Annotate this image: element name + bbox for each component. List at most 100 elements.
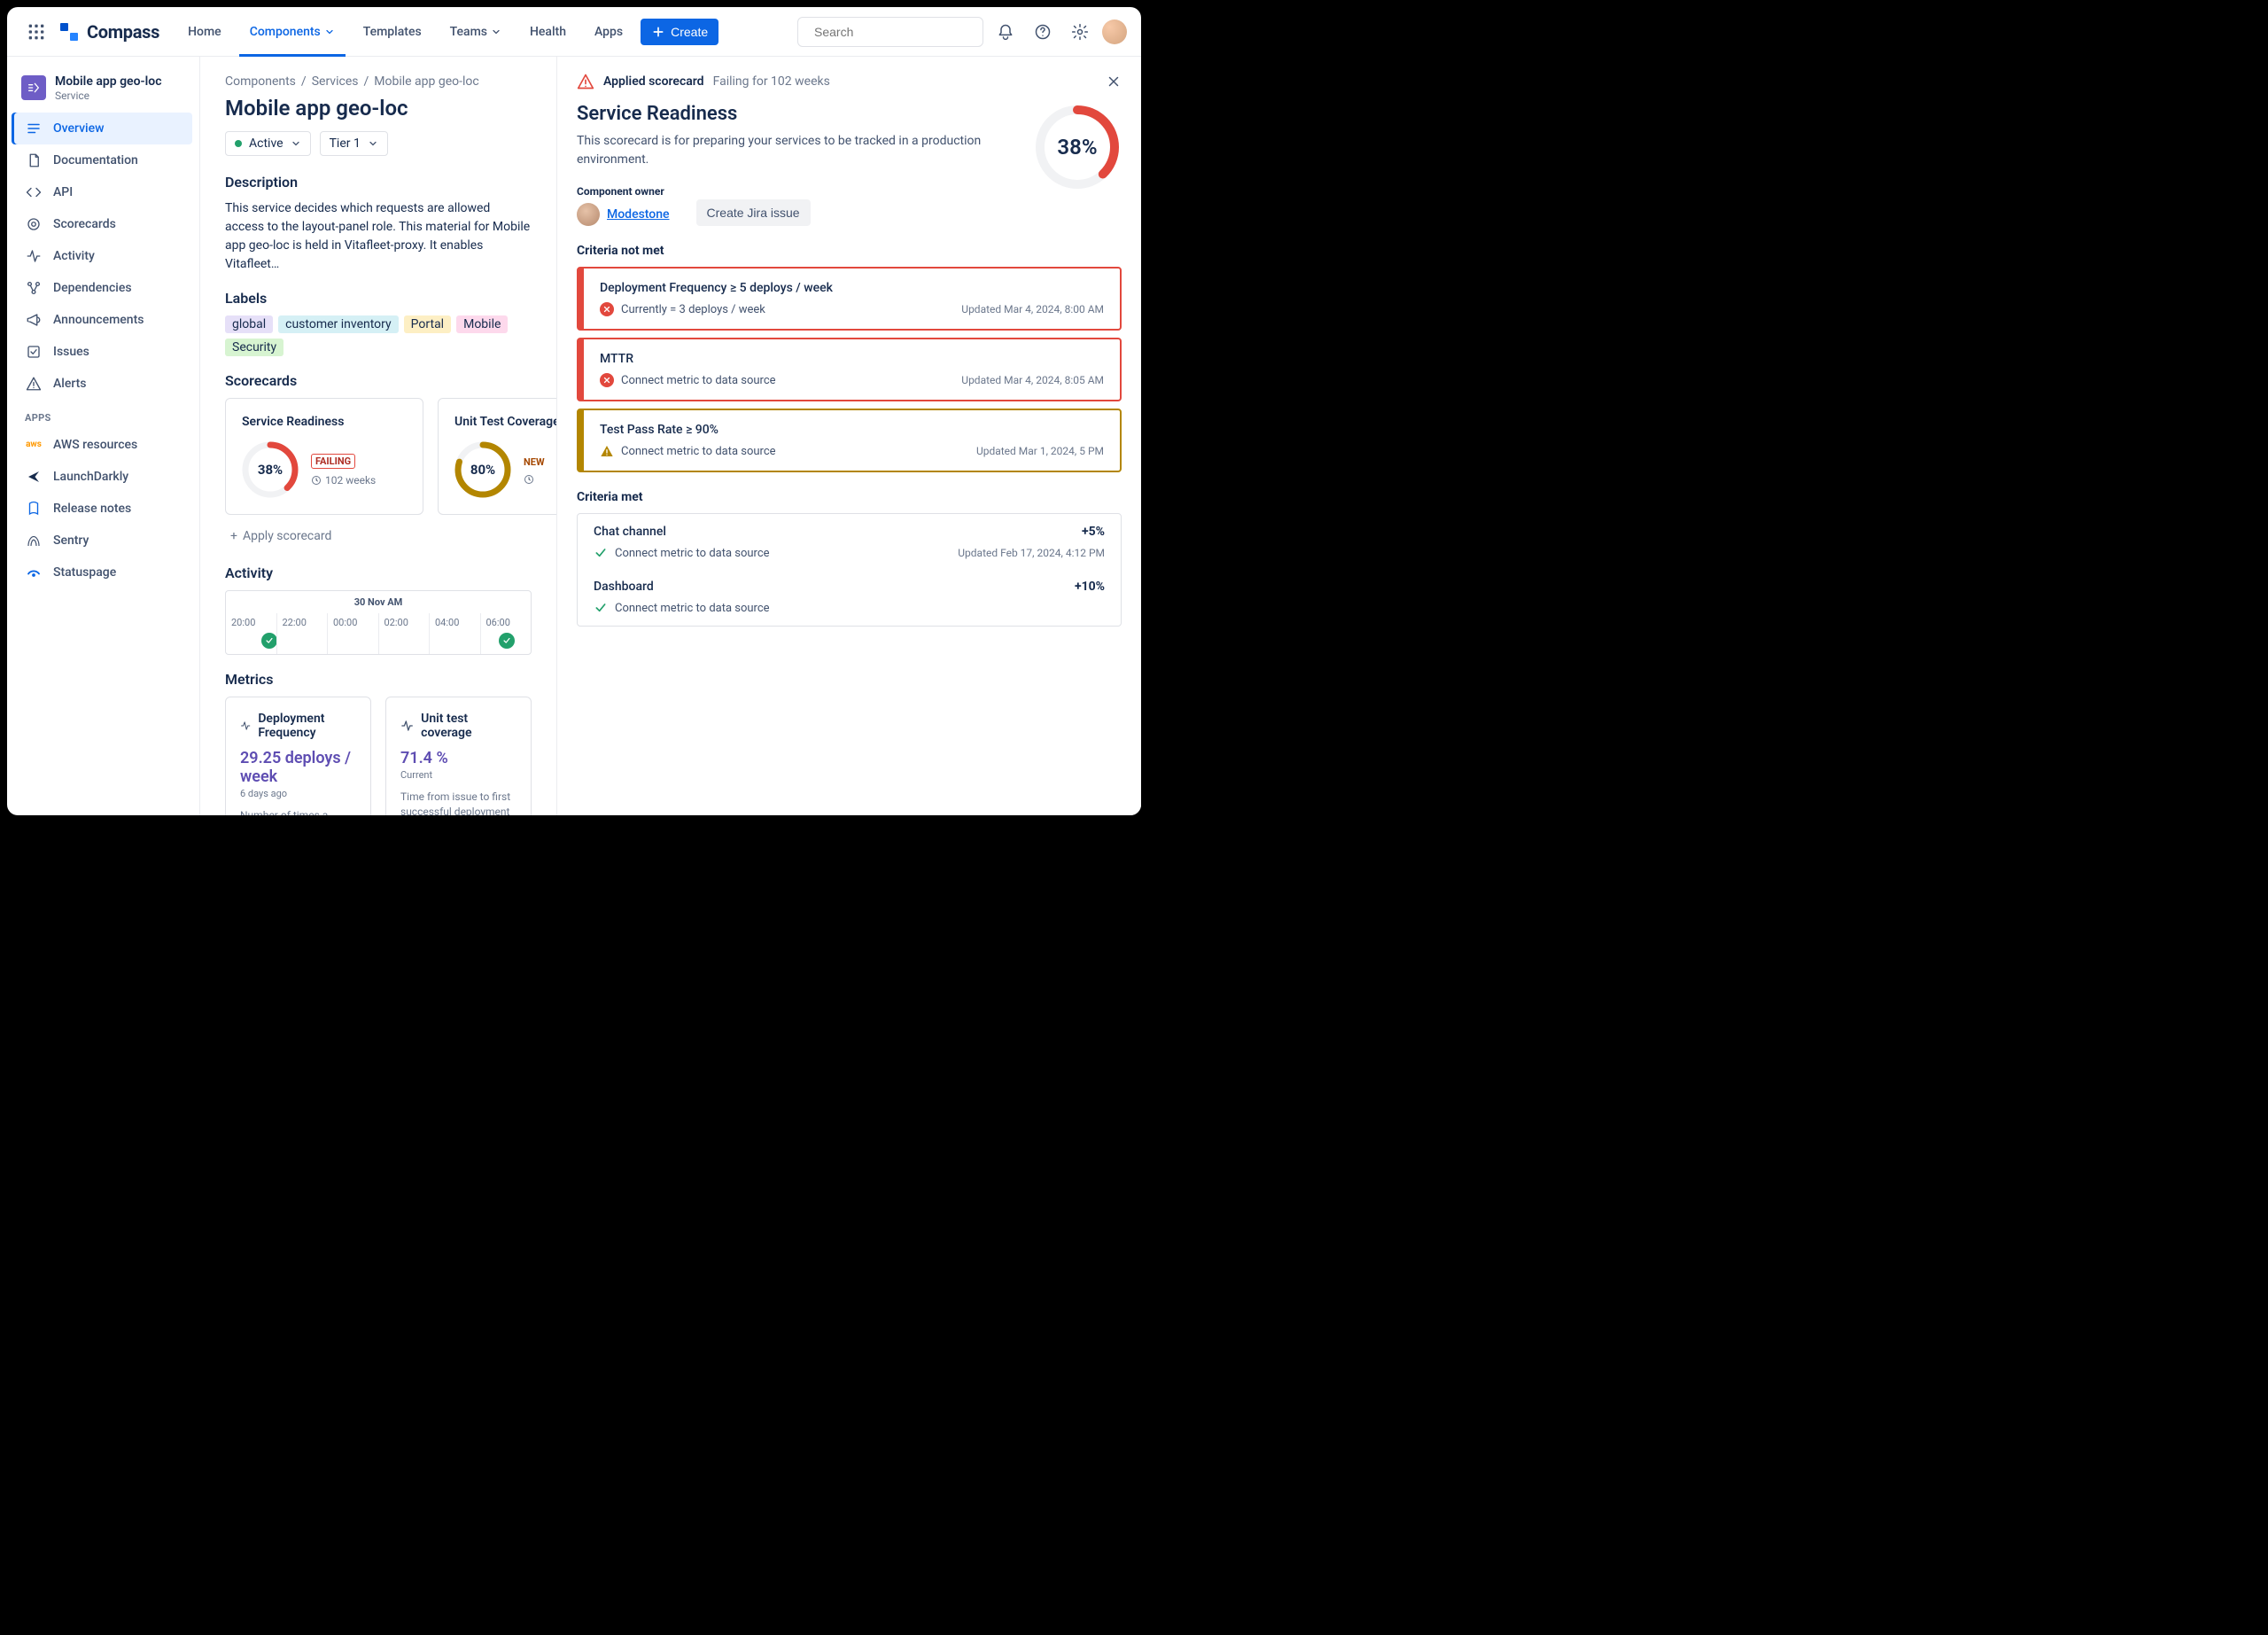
timeline-cell: 02:00 (378, 613, 430, 654)
metrics-heading: Metrics (225, 671, 532, 688)
activity-icon (25, 247, 43, 265)
code-icon (25, 183, 43, 201)
nav-home[interactable]: Home (177, 7, 232, 57)
panel-applied-label: Applied scorecard (603, 74, 704, 89)
criterion-status: Connect metric to data source (615, 602, 770, 615)
aws-icon: aws (25, 436, 43, 454)
check-circle-icon (261, 633, 277, 649)
statuspage-icon (25, 564, 43, 581)
scorecard-card[interactable]: Unit Test Coverage 80% NEW (438, 398, 556, 515)
sidebar-app-release-notes[interactable]: Release notes (14, 493, 192, 525)
create-button[interactable]: Create (641, 19, 718, 45)
breadcrumb-components[interactable]: Components (225, 74, 296, 89)
user-avatar[interactable] (1102, 19, 1127, 44)
nav-health[interactable]: Health (519, 7, 577, 57)
criterion-status: Connect metric to data source (621, 374, 776, 387)
activity-timeline[interactable]: 30 Nov AM 20:0022:0000:0002:0004:0006:00 (225, 590, 532, 655)
label-tag[interactable]: Mobile (456, 315, 508, 333)
main-content: Components/Services/Mobile app geo-loc M… (200, 57, 556, 815)
sidebar-app-statuspage[interactable]: Statuspage (14, 557, 192, 588)
metric-value: 29.25 deploys / week (240, 749, 356, 786)
component-header: Mobile app geo-loc Service (14, 69, 192, 113)
metric-subtitle: 6 days ago (240, 788, 356, 799)
chevron-down-icon (291, 138, 301, 149)
sidebar-item-dependencies[interactable]: Dependencies (14, 272, 192, 304)
brand-logo[interactable]: Compass (58, 21, 159, 43)
scorecard-card[interactable]: Service Readiness 38% FAILING 102 weeks (225, 398, 423, 515)
sidebar-item-documentation[interactable]: Documentation (14, 144, 192, 176)
metric-value: 71.4 % (400, 749, 517, 767)
search-field[interactable] (814, 25, 975, 39)
notifications-icon[interactable] (990, 17, 1021, 47)
breadcrumb: Components/Services/Mobile app geo-loc (225, 74, 532, 89)
megaphone-icon (25, 311, 43, 329)
nav-teams[interactable]: Teams (439, 7, 512, 57)
sentry-icon (25, 532, 43, 549)
app-switcher-icon[interactable] (21, 17, 51, 47)
launchdarkly-icon (25, 468, 43, 486)
criterion-title: Deployment Frequency ≥ 5 deploys / week (600, 281, 1104, 295)
x-circle-icon (600, 302, 614, 316)
breadcrumb-services[interactable]: Services (312, 74, 359, 89)
component-type: Service (55, 90, 162, 102)
panel-description: This scorecard is for preparing your ser… (577, 132, 1015, 169)
nav-templates[interactable]: Templates (353, 7, 432, 57)
metric-card[interactable]: Unit test coverage 71.4 % Current Time f… (385, 697, 532, 815)
status-chip-active[interactable]: Active (225, 131, 311, 156)
criterion-not-met[interactable]: Deployment Frequency ≥ 5 deploys / week … (577, 267, 1122, 331)
help-icon[interactable] (1028, 17, 1058, 47)
sidebar-item-issues[interactable]: Issues (14, 336, 192, 368)
sidebar-item-announcements[interactable]: Announcements (14, 304, 192, 336)
activity-heading: Activity (225, 564, 532, 581)
sidebar: Mobile app geo-loc Service Overview Docu… (7, 57, 200, 815)
x-circle-icon (600, 373, 614, 387)
label-tag[interactable]: customer inventory (278, 315, 399, 333)
scorecard-badge: FAILING (311, 454, 355, 469)
sidebar-app-sentry[interactable]: Sentry (14, 525, 192, 557)
owner-label: Component owner (577, 185, 670, 198)
top-nav: Compass Home Components Templates Teams … (7, 7, 1141, 57)
timeline-cell: 06:00 (480, 613, 532, 654)
plus-icon (651, 25, 665, 39)
metric-card[interactable]: Deployment Frequency 29.25 deploys / wee… (225, 697, 371, 815)
close-icon (1106, 74, 1122, 90)
description-text: This service decides which requests are … (225, 199, 532, 274)
sidebar-item-scorecards[interactable]: Scorecards (14, 208, 192, 240)
scorecard-ring: 38% (242, 441, 299, 498)
timeline-cell: 22:00 (276, 613, 328, 654)
settings-icon[interactable] (1065, 17, 1095, 47)
close-panel-button[interactable] (1106, 74, 1122, 90)
criterion-not-met[interactable]: MTTR Connect metric to data source Updat… (577, 338, 1122, 401)
timeline-cell: 20:00 (226, 613, 276, 654)
sidebar-item-activity[interactable]: Activity (14, 240, 192, 272)
criterion-not-met[interactable]: Test Pass Rate ≥ 90% Connect metric to d… (577, 409, 1122, 472)
search-input[interactable] (797, 17, 983, 47)
apply-scorecard-button[interactable]: +Apply scorecard (225, 524, 532, 549)
sidebar-item-api[interactable]: API (14, 176, 192, 208)
nav-components[interactable]: Components (239, 7, 346, 57)
owner-avatar[interactable] (577, 203, 600, 226)
criterion-updated: Updated Mar 4, 2024, 8:00 AM (961, 303, 1104, 315)
owner-link[interactable]: Modestone (607, 207, 670, 222)
create-jira-button[interactable]: Create Jira issue (696, 199, 811, 226)
panel-failing-label: Failing for 102 weeks (713, 74, 830, 89)
label-tag[interactable]: Security (225, 339, 284, 356)
sidebar-apps-label: APPS (14, 400, 192, 429)
scorecards-heading: Scorecards (225, 372, 532, 389)
criterion-updated: Updated Mar 1, 2024, 5 PM (976, 445, 1104, 457)
label-tag[interactable]: Portal (404, 315, 451, 333)
criterion-updated: Updated Mar 4, 2024, 8:05 AM (961, 374, 1104, 386)
nav-apps[interactable]: Apps (584, 7, 633, 57)
sidebar-item-alerts[interactable]: Alerts (14, 368, 192, 400)
sidebar-app-launchdarkly[interactable]: LaunchDarkly (14, 461, 192, 493)
scorecard-ring: 80% (454, 441, 511, 498)
sidebar-item-overview[interactable]: Overview (14, 113, 192, 144)
tier-chip[interactable]: Tier 1 (320, 131, 388, 156)
label-tag[interactable]: global (225, 315, 273, 333)
metric-subtitle: Current (400, 769, 517, 781)
scorecard-badge: NEW (524, 456, 545, 468)
check-icon (594, 546, 608, 560)
sidebar-app-aws[interactable]: awsAWS resources (14, 429, 192, 461)
criterion-status: Currently = 3 deploys / week (621, 303, 765, 316)
check-square-icon (25, 343, 43, 361)
